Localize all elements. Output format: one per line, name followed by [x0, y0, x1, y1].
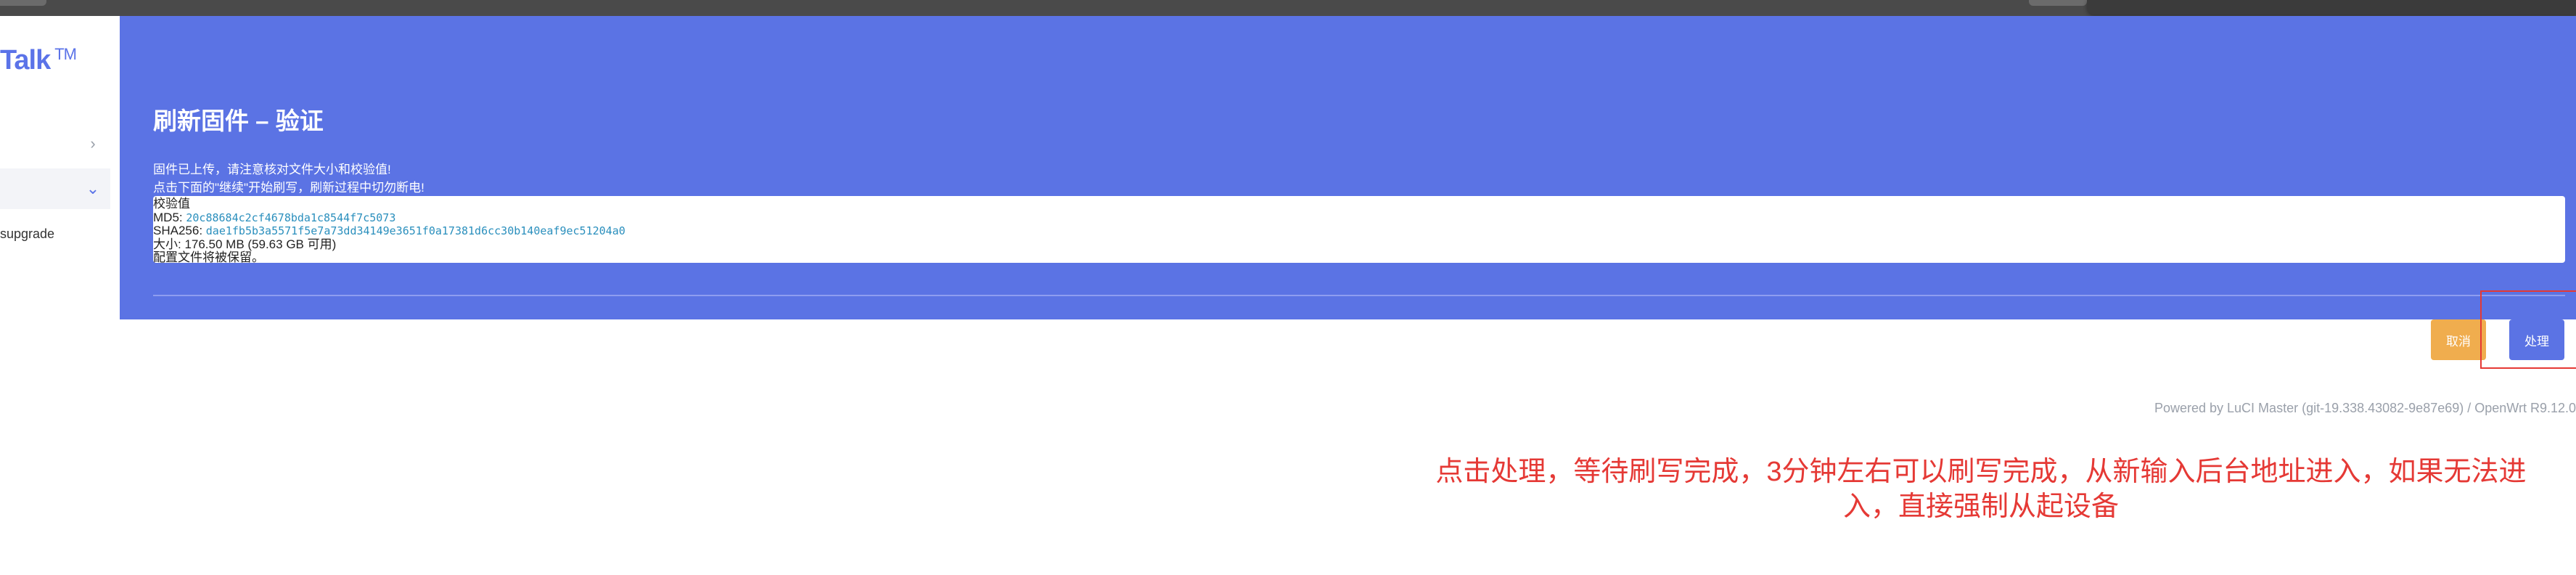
sha256-row: SHA256: dae1fb5b3a5571f5e7a73dd34149e365…	[153, 224, 2565, 238]
browser-top-bar	[0, 0, 2576, 16]
cancel-button[interactable]: 取消	[2431, 319, 2486, 360]
size-info: 大小: 176.50 MB (59.63 GB 可用)	[153, 237, 337, 251]
logo-text: Talk	[0, 45, 51, 76]
main-header-band: 刷新固件 – 验证 固件已上传，请注意核对文件大小和校验值! 点击下面的"继续"…	[120, 16, 2576, 319]
chevron-down-icon: ⌄	[86, 179, 100, 197]
chevron-right-icon: ›	[90, 134, 96, 152]
config-keep-note: 配置文件将被保留。	[153, 250, 264, 264]
checksum-panel: 校验值 MD5: 20c88684c2cf4678bda1c8544f7c507…	[153, 196, 2565, 264]
page-title: 刷新固件 – 验证	[153, 107, 324, 134]
browser-popup	[2087, 0, 2576, 15]
logo[interactable]: Talk TM	[0, 45, 77, 76]
md5-label: MD5:	[153, 210, 183, 224]
sidebar-item-collapsed[interactable]: ›	[0, 125, 110, 164]
browser-tab[interactable]	[2029, 0, 2087, 6]
sidebar-item-sysupgrade[interactable]: supgrade	[0, 227, 54, 242]
sidebar-item-expanded[interactable]: ⌄	[0, 168, 110, 209]
browser-tab[interactable]	[0, 0, 46, 6]
checksum-heading: 校验值	[153, 197, 190, 211]
divider	[153, 295, 2565, 296]
logo-trademark: TM	[54, 45, 77, 63]
flash-warning: 点击下面的"继续"开始刷写，刷新过程中切勿断电!	[153, 181, 424, 195]
sidebar: Talk TM › ⌄ supgrade	[0, 16, 120, 575]
sha256-value: dae1fb5b3a5571f5e7a73dd34149e3651f0a1738…	[205, 224, 625, 237]
upload-notice: 固件已上传，请注意核对文件大小和校验值!	[153, 163, 391, 176]
footer-powered-by: Powered by LuCI Master (git-19.338.43082…	[2154, 401, 2576, 415]
highlight-box	[2480, 290, 2576, 369]
md5-value: 20c88684c2cf4678bda1c8544f7c5073	[186, 211, 396, 224]
md5-row: MD5: 20c88684c2cf4678bda1c8544f7c5073	[153, 211, 2565, 225]
sha256-label: SHA256:	[153, 224, 203, 237]
instruction-annotation: 点击处理，等待刷写完成，3分钟左右可以刷写完成，从新输入后台地址进入，如果无法进…	[1435, 457, 2527, 522]
